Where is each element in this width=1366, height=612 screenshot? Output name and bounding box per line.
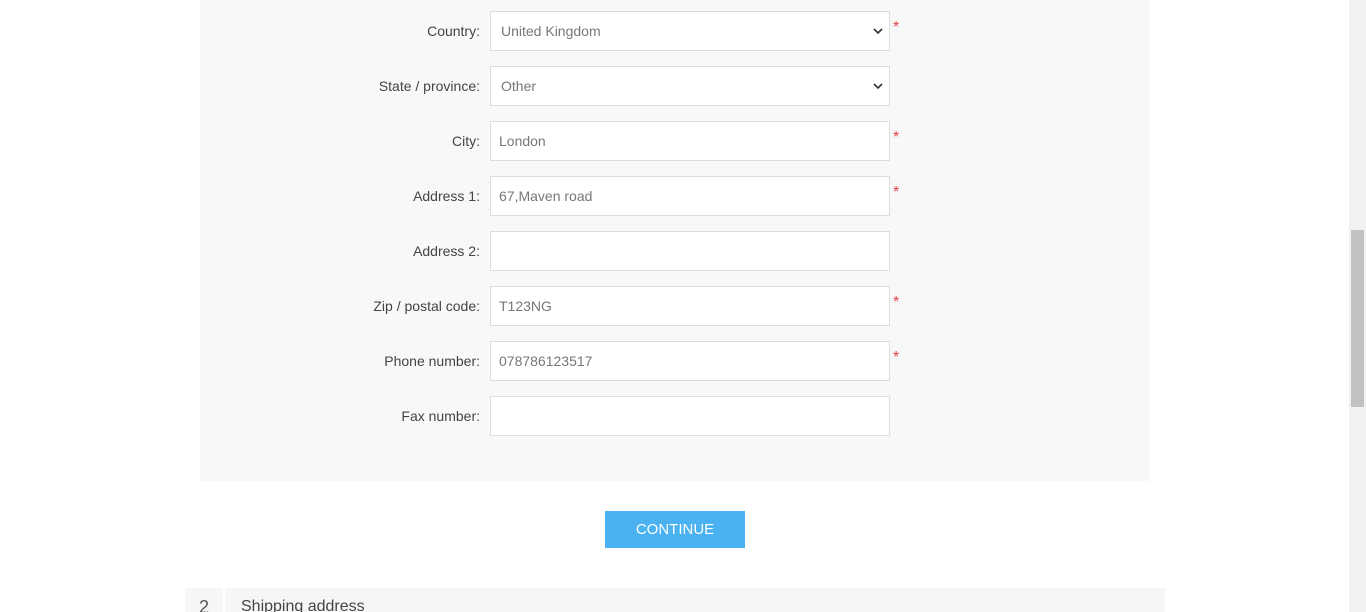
phone-label: Phone number: (384, 353, 480, 369)
state-label: State / province: (378, 78, 480, 94)
checkout-page: Country: United Kingdom * State / provin… (0, 0, 1349, 612)
address1-row: Address 1: 67,Maven road * (200, 176, 1150, 216)
step-title: Shipping address (241, 598, 365, 612)
country-value: United Kingdom (501, 23, 601, 39)
required-asterisk: * (893, 294, 900, 311)
state-select[interactable]: Other (490, 66, 890, 106)
address2-label: Address 2: (413, 243, 480, 259)
address2-row: Address 2: (200, 231, 1150, 271)
country-row: Country: United Kingdom * (200, 11, 1150, 51)
required-asterisk: * (893, 184, 900, 201)
city-value: London (499, 133, 546, 149)
address1-label: Address 1: (413, 188, 480, 204)
phone-input[interactable]: 078786123517 (490, 341, 890, 381)
zip-value: T123NG (499, 298, 552, 314)
country-select[interactable]: United Kingdom (490, 11, 890, 51)
required-asterisk: * (893, 129, 900, 146)
continue-button[interactable]: CONTINUE (605, 511, 745, 548)
billing-address-form: Country: United Kingdom * State / provin… (200, 0, 1150, 481)
scrollbar-thumb[interactable] (1351, 230, 1364, 407)
fax-input[interactable] (490, 396, 890, 436)
city-label: City: (452, 133, 480, 149)
city-row: City: London * (200, 121, 1150, 161)
city-input[interactable]: London (490, 121, 890, 161)
zip-input[interactable]: T123NG (490, 286, 890, 326)
state-row: State / province: Other (200, 66, 1150, 106)
country-label: Country: (427, 23, 480, 39)
address1-input[interactable]: 67,Maven road (490, 176, 890, 216)
required-asterisk: * (893, 349, 900, 366)
phone-row: Phone number: 078786123517 * (200, 341, 1150, 381)
fax-label: Fax number: (401, 408, 480, 424)
address2-input[interactable] (490, 231, 890, 271)
fax-row: Fax number: (200, 396, 1150, 436)
chevron-down-icon (873, 28, 883, 35)
state-value: Other (501, 78, 537, 94)
shipping-address-step[interactable]: 2 Shipping address (185, 588, 1165, 612)
phone-value: 078786123517 (499, 353, 593, 369)
zip-label: Zip / postal code: (373, 298, 480, 314)
step-number: 2 (185, 588, 225, 612)
required-asterisk: * (893, 19, 900, 36)
address1-value: 67,Maven road (499, 188, 593, 204)
vertical-scrollbar[interactable] (1349, 0, 1366, 612)
zip-row: Zip / postal code: T123NG * (200, 286, 1150, 326)
chevron-down-icon (873, 83, 883, 90)
